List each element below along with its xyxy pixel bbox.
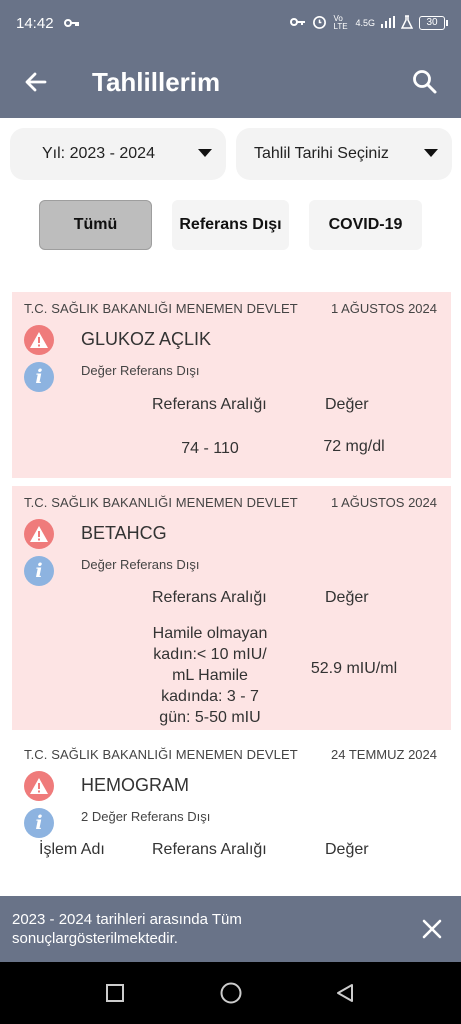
home-button[interactable] bbox=[217, 979, 245, 1007]
result-status: 2 Değer Referans Dışı bbox=[81, 809, 211, 824]
status-bar: 14:42 Vo LTE 4.5G 30 bbox=[0, 0, 461, 46]
year-dropdown[interactable]: Yıl: 2023 - 2024 bbox=[10, 128, 226, 180]
snackbar-message: 2023 - 2024 tarihleri arasında Tüm sonuç… bbox=[12, 911, 242, 947]
caret-down-icon bbox=[424, 149, 438, 157]
result-card[interactable]: T.C. SAĞLIK BAKANLIĞI MENEMEN DEVLET 1 A… bbox=[12, 292, 451, 478]
institution-name: T.C. SAĞLIK BAKANLIĞI MENEMEN DEVLET bbox=[24, 747, 298, 762]
page-title: Tahlillerim bbox=[92, 66, 221, 97]
network-label: 4.5G bbox=[355, 18, 375, 28]
result-date: 24 TEMMUZ 2024 bbox=[331, 747, 437, 762]
result-card[interactable]: T.C. SAĞLIK BAKANLIĞI MENEMEN DEVLET 24 … bbox=[12, 738, 451, 878]
alarm-icon bbox=[312, 14, 327, 32]
result-date: 1 AĞUSTOS 2024 bbox=[331, 495, 437, 510]
reference-range-value: 74 - 110 bbox=[181, 440, 239, 457]
value-header: Değer bbox=[325, 841, 369, 858]
test-date-dropdown-label: Tahlil Tarihi Seçiniz bbox=[254, 145, 389, 162]
reference-range-value: Hamile olmayan kadın:< 10 mIU/ mL Hamile… bbox=[152, 625, 268, 726]
result-status: Değer Referans Dışı bbox=[81, 363, 200, 378]
snackbar-close-button[interactable] bbox=[415, 912, 449, 946]
search-button[interactable] bbox=[403, 60, 447, 104]
year-dropdown-label: Yıl: 2023 - 2024 bbox=[42, 145, 155, 162]
signal-icon bbox=[381, 15, 395, 31]
volte-label: Vo LTE bbox=[333, 14, 348, 31]
back-nav-button[interactable] bbox=[331, 979, 359, 1007]
close-icon bbox=[422, 919, 442, 939]
test-name: GLUKOZ AÇLIK bbox=[81, 329, 212, 349]
result-date: 1 AĞUSTOS 2024 bbox=[331, 301, 437, 316]
info-icon[interactable]: i bbox=[24, 362, 54, 392]
value-header: Değer bbox=[325, 396, 369, 413]
battery-icon: 30 bbox=[419, 16, 448, 30]
status-time: 14:42 bbox=[16, 14, 54, 32]
search-icon bbox=[413, 70, 437, 94]
app-bar: Tahlillerim bbox=[0, 46, 461, 118]
filter-covid-button[interactable]: COVID-19 bbox=[309, 200, 422, 250]
reference-range-header: Referans Aralığı bbox=[152, 396, 267, 413]
warning-triangle-icon bbox=[24, 771, 54, 801]
result-status: Değer Referans Dışı bbox=[81, 557, 200, 572]
test-date-dropdown[interactable]: Tahlil Tarihi Seçiniz bbox=[236, 128, 452, 180]
result-card[interactable]: T.C. SAĞLIK BAKANLIĞI MENEMEN DEVLET 1 A… bbox=[12, 486, 451, 730]
recents-button[interactable] bbox=[101, 979, 129, 1007]
status-icons: Vo LTE 4.5G 30 bbox=[290, 14, 448, 32]
back-button[interactable] bbox=[0, 46, 72, 118]
warning-triangle-icon bbox=[24, 519, 54, 549]
result-value: 72 mg/dl bbox=[323, 438, 385, 455]
triangle-back-icon bbox=[337, 984, 353, 1002]
caret-down-icon bbox=[198, 149, 212, 157]
institution-name: T.C. SAĞLIK BAKANLIĞI MENEMEN DEVLET bbox=[24, 495, 298, 510]
value-header: Değer bbox=[325, 589, 369, 606]
reference-range-header: Referans Aralığı bbox=[152, 589, 267, 606]
filter-all-button[interactable]: Tümü bbox=[39, 200, 152, 250]
warning-triangle-icon bbox=[24, 325, 54, 355]
test-name: BETAHCG bbox=[81, 523, 167, 543]
reference-range-header: Referans Aralığı bbox=[152, 841, 267, 858]
test-name: HEMOGRAM bbox=[81, 775, 189, 795]
arrow-left-icon bbox=[25, 72, 47, 92]
institution-name: T.C. SAĞLIK BAKANLIĞI MENEMEN DEVLET bbox=[24, 301, 298, 316]
vpn-key-icon bbox=[290, 17, 306, 30]
vpn-key-icon bbox=[63, 16, 80, 31]
lab-flask-icon bbox=[400, 14, 414, 32]
square-icon bbox=[106, 984, 124, 1002]
system-nav-bar bbox=[0, 962, 461, 1024]
info-icon[interactable]: i bbox=[24, 556, 54, 586]
filter-out-of-range-button[interactable]: Referans Dışı bbox=[172, 200, 289, 250]
test-name-header: İşlem Adı bbox=[39, 841, 105, 858]
result-value: 52.9 mIU/ml bbox=[310, 660, 398, 677]
snackbar: 2023 - 2024 tarihleri arasında Tüm sonuç… bbox=[0, 896, 461, 962]
info-icon[interactable]: i bbox=[24, 808, 54, 838]
circle-icon bbox=[220, 982, 242, 1004]
